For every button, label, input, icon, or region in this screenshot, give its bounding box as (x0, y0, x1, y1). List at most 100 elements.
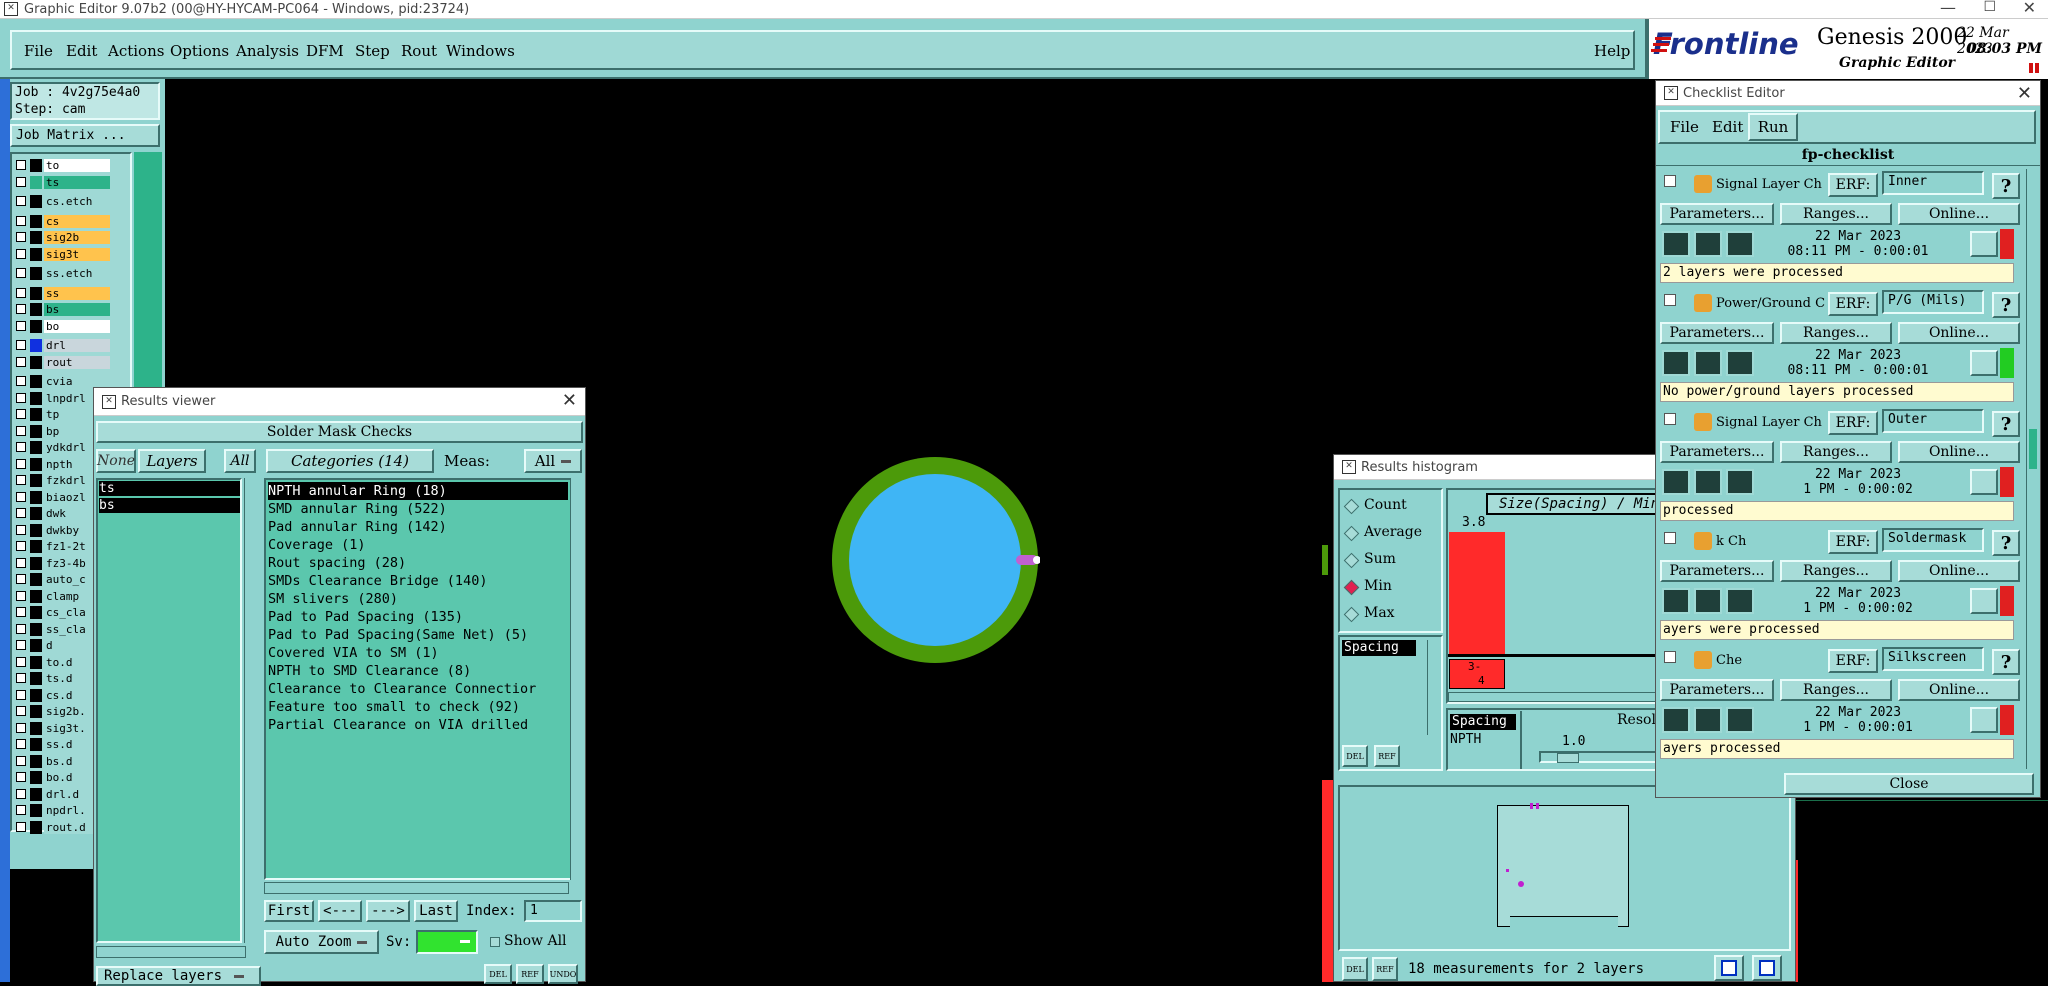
parameters-button[interactable]: Parameters... (1660, 560, 1774, 582)
layer-checkbox[interactable] (16, 232, 26, 242)
layer-results-item[interactable]: bs (99, 498, 240, 513)
radio-icon[interactable] (1343, 606, 1360, 623)
layer-checkbox[interactable] (16, 623, 26, 634)
prev-button[interactable]: <--- (318, 900, 362, 922)
results-viewer-close-icon[interactable]: ✕ (562, 390, 577, 411)
checklist-menu-edit[interactable]: Edit (1712, 118, 1743, 136)
online-button[interactable]: Online... (1898, 203, 2020, 225)
aggregate-option[interactable]: Min (1343, 578, 1441, 598)
layer-checkbox[interactable] (16, 656, 26, 667)
index-input[interactable]: 1 (524, 900, 582, 922)
aggregate-option[interactable]: Average (1343, 524, 1441, 544)
preview-del-button[interactable]: DEL (1342, 957, 1368, 981)
layer-checkbox[interactable] (16, 755, 26, 766)
check-enable-checkbox[interactable] (1664, 175, 1676, 187)
layer-checkbox[interactable] (16, 689, 26, 700)
close-icon[interactable]: ✕ (2023, 0, 2036, 17)
layer-name[interactable]: sig3t (44, 247, 110, 261)
help-icon[interactable]: ? (1992, 292, 2020, 318)
layer-checkbox[interactable] (16, 491, 26, 502)
help-icon[interactable]: ? (1992, 173, 2020, 199)
checklist-close-button[interactable]: Close (1784, 773, 2034, 795)
layer-checkbox[interactable] (16, 821, 26, 832)
layer-checkbox[interactable] (16, 176, 26, 187)
check-title[interactable]: Signal Layer Ch (1716, 415, 1826, 430)
layer-checkbox[interactable] (16, 287, 26, 298)
run-action-icon[interactable] (1662, 231, 1690, 257)
ranges-button[interactable]: Ranges... (1780, 679, 1892, 701)
layer-checkbox[interactable] (16, 541, 26, 551)
job-matrix-button[interactable]: Job Matrix ... (10, 124, 160, 147)
next-button[interactable]: ---> (366, 900, 410, 922)
layer-name[interactable]: cs (44, 214, 110, 228)
undo-button[interactable]: UNDO (548, 964, 578, 984)
menu-file[interactable]: File (24, 42, 53, 60)
layer-row[interactable]: to (16, 159, 110, 172)
checklist-scroll-thumb[interactable] (2029, 429, 2037, 469)
aggregate-option[interactable]: Count (1343, 497, 1441, 517)
layer-name[interactable]: rout (44, 355, 110, 369)
layer-name[interactable]: bo (44, 319, 110, 333)
parameters-button[interactable]: Parameters... (1660, 322, 1774, 344)
run-action-icon[interactable] (1726, 231, 1754, 257)
layer-row[interactable]: sig2b (16, 231, 110, 244)
zoom-results-icon[interactable] (1970, 469, 1998, 495)
run-action-icon[interactable] (1726, 350, 1754, 376)
ranges-button[interactable]: Ranges... (1780, 322, 1892, 344)
menu-options[interactable]: Options (170, 42, 229, 60)
layer-row[interactable]: cs (16, 214, 110, 228)
layer-checkbox[interactable] (16, 722, 26, 733)
help-icon[interactable]: ? (1992, 411, 2020, 437)
layer-checkbox[interactable] (16, 442, 26, 452)
category-item[interactable]: NPTH annular Ring (18) (268, 482, 568, 500)
replace-layers-dropdown[interactable]: Replace layers (96, 966, 261, 986)
category-item[interactable]: Pad to Pad Spacing(Same Net) (5) (268, 626, 568, 644)
layer-checkbox[interactable] (16, 475, 26, 485)
layer-row[interactable]: ss.etch (16, 267, 110, 280)
minimize-icon[interactable]: — (1940, 0, 1956, 17)
layer-checkbox[interactable] (16, 356, 26, 367)
last-button[interactable]: Last (414, 900, 458, 922)
online-button[interactable]: Online... (1898, 441, 2020, 463)
layer-checkbox[interactable] (16, 739, 26, 749)
histogram-bin-cell[interactable]: 3- 4 (1449, 659, 1505, 689)
run-action-icon[interactable] (1694, 707, 1722, 733)
ref-button[interactable]: REF (516, 964, 544, 984)
layer-name[interactable]: drl (44, 339, 110, 352)
layer-checkbox[interactable] (16, 160, 26, 170)
check-title[interactable]: Signal Layer Ch (1716, 177, 1826, 192)
category-item[interactable]: SMDs Clearance Bridge (140) (268, 572, 568, 590)
measure-list-scrollbar[interactable] (1427, 640, 1439, 735)
check-enable-checkbox[interactable] (1664, 294, 1676, 306)
category-item[interactable]: Covered VIA to SM (1) (268, 644, 568, 662)
radio-icon[interactable] (1343, 498, 1360, 515)
erf-input[interactable]: Inner (1882, 171, 1984, 195)
layer-results-scrollbar[interactable] (244, 478, 256, 943)
histogram-bar[interactable] (1449, 532, 1505, 654)
layers-button[interactable]: Layers (138, 449, 206, 473)
erf-input[interactable]: P/G (Mils) (1882, 290, 1984, 314)
checklist-close-icon[interactable]: ✕ (2017, 83, 2032, 104)
checklist-scrollbar[interactable] (2026, 169, 2040, 769)
run-action-icon[interactable] (1662, 707, 1690, 733)
aggregate-option[interactable]: Sum (1343, 551, 1441, 571)
maximize-icon[interactable]: ☐ (1983, 0, 1996, 15)
layer-checkbox[interactable] (16, 772, 26, 782)
layer-checkbox[interactable] (16, 788, 26, 799)
radio-icon[interactable] (1343, 525, 1360, 542)
erf-input[interactable]: Outer (1882, 409, 1984, 433)
run-action-icon[interactable] (1662, 588, 1690, 614)
menu-dfm[interactable]: DFM (306, 42, 344, 60)
all-button[interactable]: All (224, 449, 256, 473)
meas-dropdown[interactable]: All (524, 449, 582, 473)
check-title[interactable]: Power/Ground C (1716, 296, 1826, 311)
category-item[interactable]: Rout spacing (28) (268, 554, 568, 572)
ranges-button[interactable]: Ranges... (1780, 441, 1892, 463)
layer-row[interactable]: ss (16, 286, 110, 300)
check-enable-checkbox[interactable] (1664, 651, 1676, 663)
check-title[interactable]: Che (1716, 653, 1826, 668)
menu-edit[interactable]: Edit (66, 42, 97, 60)
category-item[interactable]: SM slivers (280) (268, 590, 568, 608)
layer-checkbox[interactable] (16, 304, 26, 314)
auto-zoom-dropdown[interactable]: Auto Zoom (264, 930, 379, 954)
